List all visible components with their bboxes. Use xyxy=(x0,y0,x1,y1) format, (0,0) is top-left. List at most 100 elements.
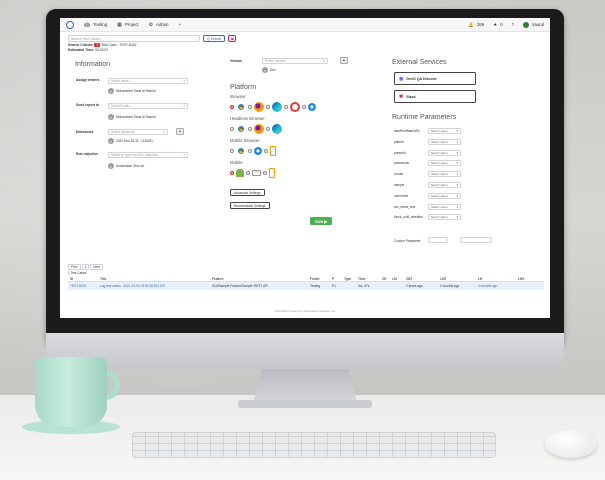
nav-project[interactable]: ▦ Project xyxy=(117,22,138,28)
user-menu[interactable]: saurul xyxy=(523,21,544,28)
mobile-device-icon xyxy=(270,146,276,156)
custom-parameter-name[interactable] xyxy=(428,237,448,243)
radio-android[interactable] xyxy=(230,171,234,175)
runtime-param-select[interactable]: Select name ▾ xyxy=(428,192,461,199)
table-cell: 4 months ago xyxy=(478,284,498,288)
help-icon: ? xyxy=(511,22,515,27)
version-chip[interactable]: × Dev xyxy=(262,67,276,73)
table-header-cell[interactable]: CBT xyxy=(404,277,438,281)
radio-headless-chrome[interactable] xyxy=(230,127,234,131)
email-chip[interactable]: × Mohammed Saud Al Rashid xyxy=(108,114,156,120)
radio-mobile-other[interactable] xyxy=(263,171,267,175)
chevron-down-icon: ▾ xyxy=(456,150,458,155)
remove-icon[interactable]: × xyxy=(108,163,114,169)
radio-mobile-safari[interactable] xyxy=(248,149,252,153)
table-header-cell[interactable]: Time xyxy=(356,277,380,281)
assign-chip[interactable]: × Mohammed Saud Al Rashid xyxy=(108,88,156,94)
milestone-select[interactable]: Select milestone... ▾ xyxy=(108,129,168,135)
android-icon xyxy=(236,169,244,177)
email-select[interactable]: Send Emails... ▾ xyxy=(108,103,188,109)
runtime-param-select[interactable]: Select name ▾ xyxy=(428,160,461,167)
radio-mobile-device[interactable] xyxy=(264,149,268,153)
search-input[interactable]: Search Test Cases... xyxy=(68,35,200,42)
runtime-param-select[interactable]: Select name ▾ xyxy=(428,182,461,188)
search-criteria: Search Criteria: X Test Case - TEST-8432… xyxy=(60,42,550,53)
table-header-cell[interactable]: LM xyxy=(390,277,404,281)
nav-add-button[interactable]: + xyxy=(179,22,182,27)
runtime-param-select[interactable]: Select name ▾ xyxy=(428,128,461,134)
table-header-cell[interactable]: CR xyxy=(380,277,390,281)
advanced-settings-button[interactable]: Advanced Settings xyxy=(230,189,265,196)
add-version-button[interactable]: + xyxy=(340,57,348,64)
mouse xyxy=(545,430,597,458)
table-header-cell[interactable]: ID xyxy=(68,277,98,281)
table-header-cell[interactable]: Feature xyxy=(210,277,308,281)
table-cell[interactable]: TEST-8432 xyxy=(68,284,98,288)
radio-chrome[interactable] xyxy=(230,105,234,109)
runtime-param-label: parentid xyxy=(394,150,406,155)
add-milestone-button[interactable]: + xyxy=(176,128,184,135)
criteria-remove-tag[interactable]: X xyxy=(94,43,101,47)
milestone-chip[interactable]: × 2022 Dec 18-31 - (13099 ) xyxy=(108,138,153,144)
radio-mobile-chrome[interactable] xyxy=(230,149,234,153)
table-header-cell[interactable]: LRS xyxy=(516,277,536,281)
chevron-down-icon: ▾ xyxy=(183,79,185,83)
radio-firefox[interactable] xyxy=(248,105,252,109)
runtime-param-select[interactable]: Select name ▾ xyxy=(428,203,461,210)
assign-select[interactable]: Select users... ▾ xyxy=(108,78,188,84)
remove-icon[interactable]: × xyxy=(108,114,114,120)
browserstack-settings-button[interactable]: Browserstack Settings xyxy=(230,202,270,209)
runtime-param-select[interactable]: Select name ▾ xyxy=(428,214,461,221)
table-header-cell[interactable]: Type xyxy=(342,277,356,281)
table-row[interactable]: TEST-8432 Log test cases - 2021-12-04 23:… xyxy=(68,282,544,290)
assign-chip-label: Mohammed Saud Al Rashid xyxy=(116,89,156,93)
radio-headless-firefox[interactable] xyxy=(248,127,252,131)
remove-icon[interactable]: × xyxy=(108,88,114,94)
custom-parameter-value[interactable] xyxy=(460,237,492,243)
radio-ios[interactable] xyxy=(246,171,250,175)
discord-button[interactable]: ◉ DevO QA Discord xyxy=(394,72,476,85)
runtime-param-select[interactable]: Select name ▾ xyxy=(428,149,461,156)
chevron-down-icon: ▾ xyxy=(456,129,458,133)
table-header-cell[interactable]: LR xyxy=(476,277,516,281)
notifications[interactable]: 🔔 269 xyxy=(468,22,484,28)
nav-admin[interactable]: ⚙ Admin xyxy=(149,22,169,28)
search-button[interactable]: Q Search xyxy=(203,35,226,42)
radio-safari[interactable] xyxy=(302,105,306,109)
prev-button[interactable]: Prev xyxy=(68,264,81,270)
run-objective-chip[interactable]: × Automation Test run xyxy=(108,163,144,169)
version-select[interactable]: Select Version... ▾ xyxy=(262,58,328,64)
favorites[interactable]: ★ 0 xyxy=(493,22,502,28)
table-header-cell[interactable]: Folder xyxy=(308,277,330,281)
runtime-param-select[interactable]: Select name ▾ xyxy=(428,138,461,145)
radio-opera[interactable] xyxy=(284,105,288,109)
table-header-cell[interactable]: Title xyxy=(98,277,210,281)
table-cell[interactable]: Log test cases - 2021-12-04 23:51:56.521… xyxy=(98,284,210,288)
runtime-param-select[interactable]: Select name ▾ xyxy=(428,171,461,178)
remove-icon[interactable]: × xyxy=(108,138,114,144)
table-header-cell[interactable]: LMT xyxy=(438,277,476,281)
remove-icon[interactable]: × xyxy=(262,67,268,73)
saved-search-button[interactable]: ▣ xyxy=(228,35,237,42)
next-button[interactable]: Next xyxy=(90,264,103,270)
nav-testing[interactable]: 🤖 Testing xyxy=(84,22,107,28)
keyboard xyxy=(132,432,496,458)
bell-icon: 🔔 xyxy=(468,21,474,27)
logo-icon[interactable] xyxy=(66,20,74,29)
table-header-cell[interactable]: P xyxy=(330,277,342,281)
help[interactable]: ? xyxy=(512,22,514,27)
app-screen: 🤖 Testing ▦ Project ⚙ Admin + 🔔 269 ★ 0 ? sau… xyxy=(60,18,550,318)
email-label: Send report to xyxy=(76,103,100,107)
radio-headless-edge[interactable] xyxy=(266,127,270,131)
runtime-param-label: sample xyxy=(394,183,405,187)
mobile-browser-label: Mobile Browser xyxy=(230,138,260,143)
run-button[interactable]: RUN ▶ xyxy=(310,217,333,225)
runtime-param-label: passwordc xyxy=(394,161,410,166)
slack-button[interactable]: ✱ Slack xyxy=(394,90,476,103)
edge-icon xyxy=(272,102,282,112)
page-1-button[interactable]: 1 xyxy=(81,264,90,270)
table-cell: Testing xyxy=(310,284,321,288)
run-objective-label: Run objective xyxy=(76,152,99,156)
run-objective-select[interactable]: Select or type new Run Objective... ▾ xyxy=(108,152,188,158)
radio-edge[interactable] xyxy=(266,105,270,109)
